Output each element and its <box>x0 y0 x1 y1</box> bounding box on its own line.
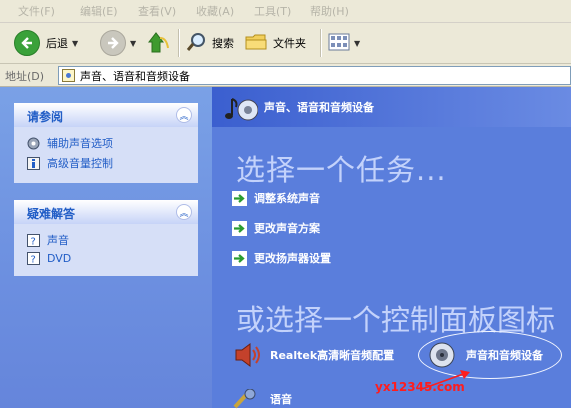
svg-text:?: ? <box>31 255 36 266</box>
troubleshoot-link-dvd[interactable]: ? DVD <box>27 252 71 265</box>
task-change-speaker-settings[interactable]: 更改扬声器设置 <box>232 250 331 266</box>
control-panel-icon <box>62 69 75 82</box>
up-arrow-icon <box>147 30 170 57</box>
menu-edit[interactable]: 编辑(E) <box>80 3 118 19</box>
troubleshoot-header[interactable]: 疑难解答 ︽ <box>14 200 198 224</box>
back-arrow-icon <box>14 30 40 56</box>
see-also-panel: 请参阅 ︽ 辅助声音选项 高级音量控制 <box>14 103 198 183</box>
speech-label: 语音 <box>270 393 292 406</box>
task-label: 更改扬声器设置 <box>254 252 331 265</box>
speaker-icon <box>232 341 262 369</box>
task-label: 调整系统声音 <box>254 192 320 205</box>
help-icon: ? <box>27 233 40 247</box>
troubleshoot-link-label: 声音 <box>47 234 69 247</box>
task-heading: 选择一个任务... <box>236 153 447 187</box>
forward-arrow-icon <box>100 30 126 56</box>
see-also-link-label: 辅助声音选项 <box>47 137 113 150</box>
speech-icon <box>232 389 262 409</box>
troubleshoot-title: 疑难解答 <box>27 207 76 221</box>
realtek-audio-item[interactable]: Realtek高清晰音频配置 <box>232 341 394 369</box>
address-label: 地址(D) <box>5 70 45 83</box>
see-also-title: 请参阅 <box>27 110 64 124</box>
task-adjust-system-sounds[interactable]: 调整系统声音 <box>232 190 320 206</box>
task-arrow-icon <box>232 250 247 266</box>
content-header: 声音、语音和音频设备 <box>212 87 571 127</box>
forward-dropdown-icon[interactable]: ▼ <box>130 39 136 48</box>
task-arrow-icon <box>232 190 247 206</box>
back-dropdown-icon[interactable]: ▼ <box>72 39 78 48</box>
see-also-header[interactable]: 请参阅 ︽ <box>14 103 198 127</box>
menu-file[interactable]: 文件(F) <box>18 3 55 19</box>
menu-view[interactable]: 查看(V) <box>138 3 176 19</box>
speech-item[interactable]: 语音 <box>232 389 292 409</box>
views-button[interactable]: ▼ <box>328 29 360 57</box>
troubleshoot-panel: 疑难解答 ︽ ? 声音 ? DVD <box>14 200 198 276</box>
realtek-audio-label: Realtek高清晰音频配置 <box>270 349 395 362</box>
svg-text:?: ? <box>31 236 36 247</box>
collapse-chevron-icon[interactable]: ︽ <box>176 204 192 220</box>
back-button[interactable]: 后退 ▼ <box>14 29 78 57</box>
back-label: 后退 <box>46 37 68 50</box>
address-bar: 地址(D) 声音、语音和音频设备 <box>0 64 571 87</box>
forward-button[interactable]: ▼ <box>100 29 136 57</box>
task-arrow-icon <box>232 220 247 236</box>
address-input[interactable]: 声音、语音和音频设备 <box>58 66 571 85</box>
folders-button[interactable]: 文件夹 <box>245 29 306 57</box>
task-change-sound-scheme[interactable]: 更改声音方案 <box>232 220 320 236</box>
search-button[interactable]: 搜索 <box>186 29 234 57</box>
accessibility-icon <box>27 137 40 150</box>
menu-tools[interactable]: 工具(T) <box>254 3 291 19</box>
folders-label: 文件夹 <box>273 37 306 50</box>
address-value: 声音、语音和音频设备 <box>80 69 190 83</box>
help-icon: ? <box>27 252 40 265</box>
menu-bar: 文件(F) 编辑(E) 查看(V) 收藏(A) 工具(T) 帮助(H) <box>0 0 571 23</box>
sound-audio-devices-item[interactable]: 声音和音频设备 <box>428 341 543 369</box>
views-dropdown-icon[interactable]: ▼ <box>354 39 360 48</box>
task-pane: 请参阅 ︽ 辅助声音选项 高级音量控制 疑难解答 ︽ ? 声音 ? DVD <box>0 87 212 408</box>
search-label: 搜索 <box>212 37 234 50</box>
see-also-link-volume[interactable]: 高级音量控制 <box>27 155 113 171</box>
menu-favorites[interactable]: 收藏(A) <box>196 3 234 19</box>
search-icon <box>186 31 208 56</box>
toolbar: 后退 ▼ ▼ 搜索 文件夹 ▼ <box>0 23 571 64</box>
audio-device-icon <box>428 341 456 369</box>
up-folder-button[interactable] <box>147 29 170 57</box>
advanced-info-icon <box>27 156 40 170</box>
views-icon <box>328 33 350 54</box>
menu-help[interactable]: 帮助(H) <box>310 3 349 19</box>
troubleshoot-link-label: DVD <box>47 252 72 265</box>
troubleshoot-link-sound[interactable]: ? 声音 <box>27 232 69 248</box>
content-area: 声音、语音和音频设备 选择一个任务... 调整系统声音 更改声音方案 更改扬声器… <box>212 87 571 409</box>
see-also-link-label: 高级音量控制 <box>47 157 113 170</box>
task-label: 更改声音方案 <box>254 222 320 235</box>
music-note-icon <box>222 95 259 126</box>
sound-audio-devices-label: 声音和音频设备 <box>466 349 543 362</box>
collapse-chevron-icon[interactable]: ︽ <box>176 107 192 123</box>
content-title: 声音、语音和音频设备 <box>264 101 374 114</box>
folder-icon <box>245 32 267 55</box>
red-arrow-icon <box>421 370 470 390</box>
see-also-link-accessibility[interactable]: 辅助声音选项 <box>27 135 113 151</box>
